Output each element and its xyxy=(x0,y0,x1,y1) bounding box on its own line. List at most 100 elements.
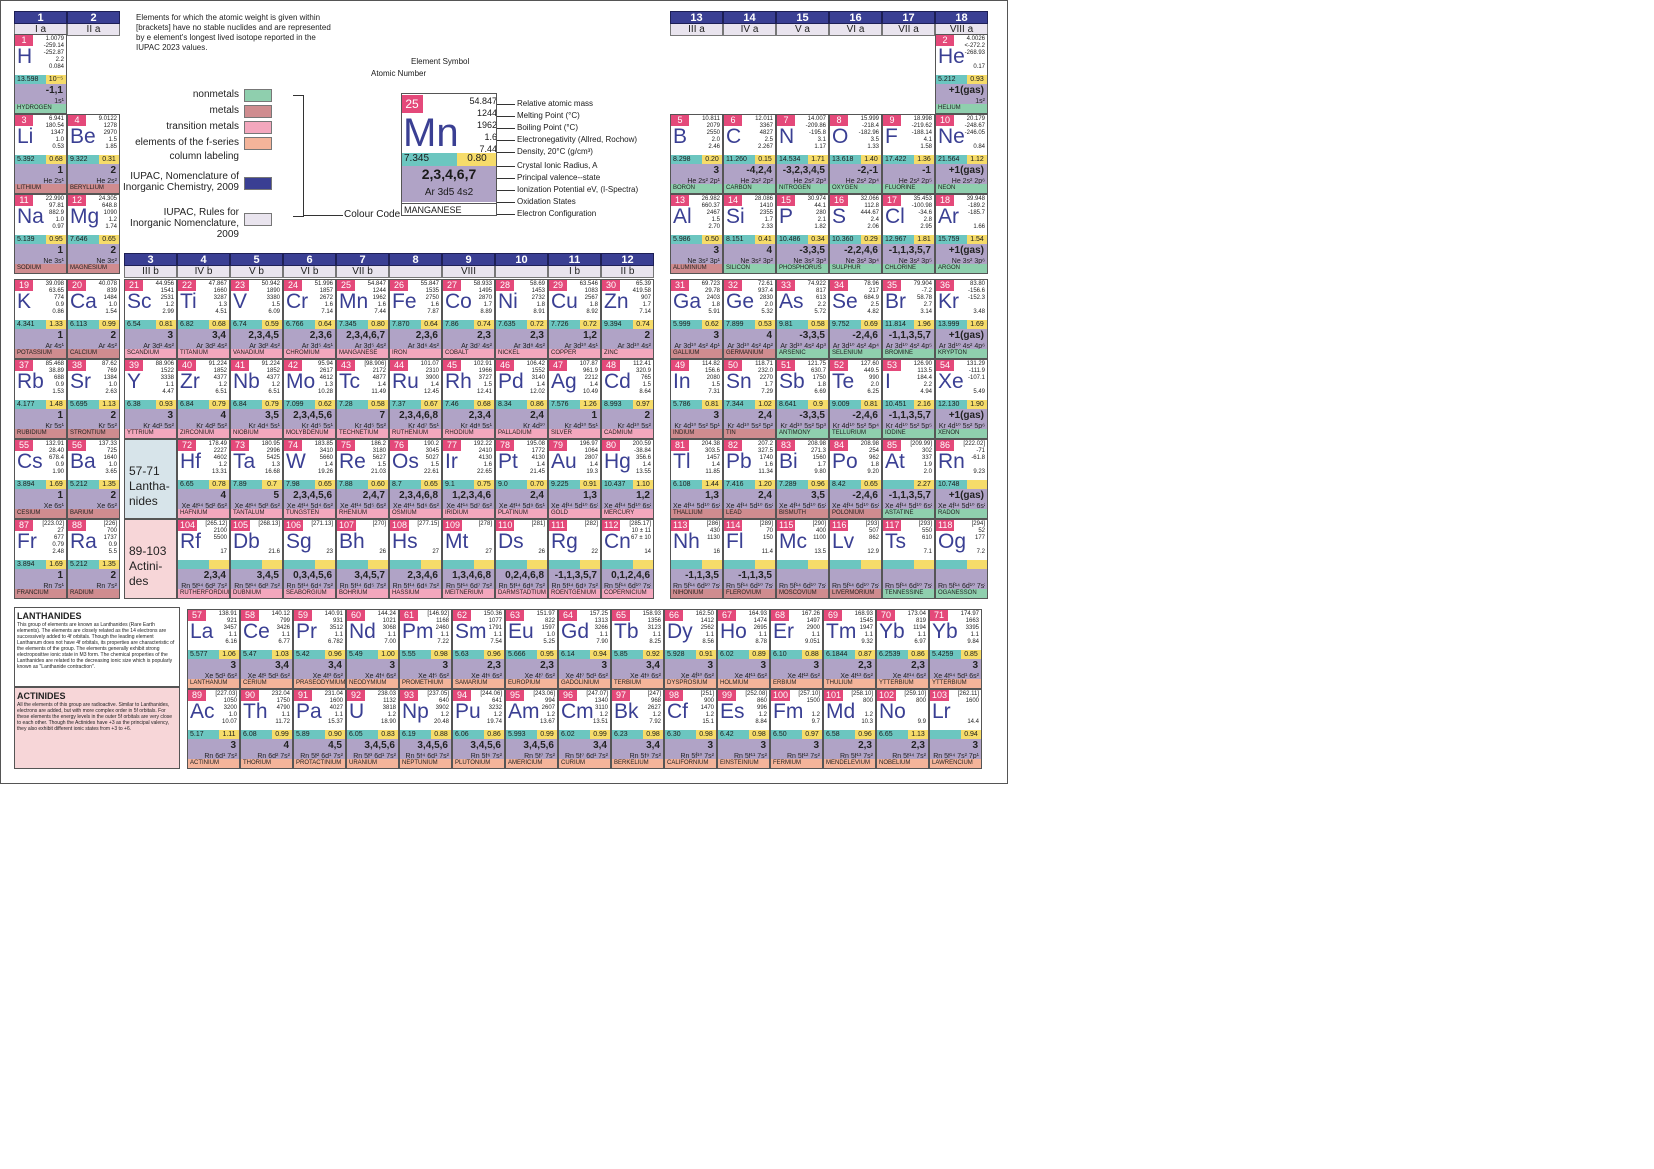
element-cell-se[interactable]: 34 Se 78.96 217 684.9 2.5 4.82 9.752 0.69 -2,4,6 A… xyxy=(829,279,882,359)
element-cell-co[interactable]: 27 Co 58.933 1495 2870 1.7 8.89 7.86 0.74 2,3 Ar 3… xyxy=(442,279,495,359)
element-cell-sg[interactable]: 106 Sg [271.13] 23 0,3,4,5,6 Rn 5f¹⁴ 6d⁴ 7s²… xyxy=(283,519,336,599)
element-cell-bk[interactable]: 97 Bk [247] 968 2627 1.2 7.92 6.23 0.98 3,4 Rn 5f⁹… xyxy=(611,689,664,769)
element-cell-pa[interactable]: 91 Pa 231.04 1600 4027 1.1 15.37 5.89 0.90 4,5 Rn … xyxy=(293,689,346,769)
element-cell-np[interactable]: 93 Np [237.05] 640 3902 1.2 20.48 6.19 0.88 3,4,5… xyxy=(399,689,452,769)
element-cell-sn[interactable]: 50 Sn 118.71 232.0 2270 1.7 7.29 7.344 1.02 2,4 Kr… xyxy=(723,359,776,439)
element-cell-xe[interactable]: 54 Xe 131.29 -111.9 -107.1 5.49 12.130 1.90 +1(… xyxy=(935,359,988,439)
element-cell-ac[interactable]: 89 Ac [227.03] 1050 3200 1.0 10.07 5.17 1.11 3 Rn … xyxy=(187,689,240,769)
element-cell-es[interactable]: 99 Es [252.08] 860 996 1.2 8.84 6.42 0.98 3 Rn 5f¹… xyxy=(717,689,770,769)
element-cell-ho[interactable]: 67 Ho 164.93 1474 2695 1.1 8.78 6.02 0.89 3 Xe 4f¹… xyxy=(717,609,770,689)
element-cell-f[interactable]: 9 F 18.998 -219.62 -188.14 4.1 1.58 17.422 1.36-… xyxy=(882,114,935,194)
element-cell-n[interactable]: 7 N 14.007 -209.86 -195.8 3.1 1.17 14.534 1.71 -3… xyxy=(776,114,829,194)
element-cell-sb[interactable]: 51 Sb 121.75 630.7 1750 1.8 6.69 8.641 0.9 -3,3,5… xyxy=(776,359,829,439)
element-cell-rg[interactable]: 111 Rg [282] 22 -1,1,3,5,7 Rn 5f¹⁴ 6d⁹ 7s² RO… xyxy=(548,519,601,599)
element-cell-as[interactable]: 33 As 74.922 817 613 2.2 5.72 9.81 0.58 -3,3,5 Ar … xyxy=(776,279,829,359)
element-cell-rb[interactable]: 37 Rb 85.468 38.89 688 0.9 1.53 4.177 1.48 1 Kr 5s… xyxy=(14,359,67,439)
element-cell-yb[interactable]: 70 Yb 173.04 819 1194 1.1 6.97 6.2539 0.86 2,3 Xe … xyxy=(876,609,929,689)
element-cell-he[interactable]: 2 He 4.0026 <-272.2 -268.93 0.17 5.212 0.93 +1(… xyxy=(935,34,988,114)
element-cell-tc[interactable]: 43 Tc [98.906] 2172 4877 1.4 11.49 7.28 0.58 7 Kr … xyxy=(336,359,389,439)
element-cell-ru[interactable]: 44 Ru 101.07 2310 3900 1.4 12.45 7.37 0.67 2,3,4,… xyxy=(389,359,442,439)
element-cell-ds[interactable]: 110 Ds [281] 26 0,2,4,6,8 Rn 5f¹⁴ 6d⁸ 7s² DAR… xyxy=(495,519,548,599)
element-cell-ge[interactable]: 32 Ge 72.61 937.4 2830 2.0 5.32 7.899 0.53 4 Ar 3d… xyxy=(723,279,776,359)
element-cell-fe[interactable]: 26 Fe 55.847 1535 2750 1.6 7.87 7.870 0.64 2,3,6 A… xyxy=(389,279,442,359)
element-cell-re[interactable]: 75 Re 186.2 3180 5627 1.5 21.03 7.88 0.60 2,4,7 Xe… xyxy=(336,439,389,519)
element-cell-nd[interactable]: 60 Nd 144.24 1021 3068 1.1 7.00 5.49 1.00 3 Xe 4f⁴… xyxy=(346,609,399,689)
element-cell-hg[interactable]: 80 Hg 200.59 -38.84 356.6 1.4 13.55 10.437 1.10 1… xyxy=(601,439,654,519)
element-cell-gd[interactable]: 64 Gd 157.25 1313 3266 1.1 7.90 6.14 0.94 3 Xe 4f⁷… xyxy=(558,609,611,689)
element-cell-cs[interactable]: 55 Cs 132.91 28.40 678.4 0.9 1.90 3.894 1.69 1 Xe … xyxy=(14,439,67,519)
element-cell-md[interactable]: 101 Md [258.10] 800 1.2 10.3 6.58 0.96 2,3 Rn 5f… xyxy=(823,689,876,769)
element-cell-in[interactable]: 49 In 114.82 156.6 2080 1.5 7.31 5.786 0.81 3 Kr 4… xyxy=(670,359,723,439)
element-cell-fr[interactable]: 87 Fr [223.02] 27 677 0.79 2.48 3.894 1.69 1 Rn 7s… xyxy=(14,519,67,599)
element-cell-sc[interactable]: 21 Sc 44.956 1541 2531 1.2 2.99 6.54 0.81 3 Ar 3d¹… xyxy=(124,279,177,359)
element-cell-dy[interactable]: 66 Dy 162.50 1412 2562 1.1 8.56 5.928 0.91 3 Xe 4f… xyxy=(664,609,717,689)
element-cell-pt[interactable]: 78 Pt 195.08 1772 4130 1.4 21.45 9.0 0.70 2,4 Xe 4… xyxy=(495,439,548,519)
element-cell-k[interactable]: 19 K 39.098 63.65 774 0.9 0.86 4.341 1.33 1 Ar 4s¹… xyxy=(14,279,67,359)
element-cell-c[interactable]: 6 C 12.011 3367 4827 2.5 2.267 11.260 0.15 -4,2,4… xyxy=(723,114,776,194)
element-cell-fl[interactable]: 114 Fl [289] 70 150 11.4 -1,1,3,5 Rn 5f¹⁴ 6d¹⁰… xyxy=(723,519,776,599)
element-cell-rn[interactable]: 86 Rn [222.02] -71 -61.8 9.23 10.748 +1(gas) Xe… xyxy=(935,439,988,519)
element-cell-at[interactable]: 85 At [209.99] 302 337 1.9 2.0 2.27 -1,1,3,5,7 Xe… xyxy=(882,439,935,519)
element-cell-cm[interactable]: 96 Cm [247.07] 1340 3110 1.2 13.51 6.02 0.99 3,4 R… xyxy=(558,689,611,769)
element-cell-o[interactable]: 8 O 15.999 -218.4 -182.96 3.5 1.33 13.618 1.40 -2… xyxy=(829,114,882,194)
element-cell-cd[interactable]: 48 Cd 112.41 320.9 765 1.5 8.64 8.993 0.97 2 Kr 4d… xyxy=(601,359,654,439)
element-cell-kr[interactable]: 36 Kr 83.80 -156.6 -152.3 3.48 13.999 1.69 +1(g… xyxy=(935,279,988,359)
element-cell-br[interactable]: 35 Br 79.904 -7.2 58.78 2.7 3.14 11.814 1.96 -1,1… xyxy=(882,279,935,359)
element-cell-ce[interactable]: 58 Ce 140.12 799 3426 1.1 6.77 5.47 1.03 3,4 Xe 4f… xyxy=(240,609,293,689)
element-cell-mc[interactable]: 115Mc[290]4001100 13.5Rn 5f¹⁴ 6d¹⁰ 7s² 7… xyxy=(776,519,829,599)
element-cell-lr[interactable]: 103 Lr [262.11] 1600 14.4 0.94 3 Rn 5f¹⁴ 7s² 7… xyxy=(929,689,982,769)
element-cell-u[interactable]: 92 U 238.03 1132 3818 1.2 18.90 6.05 0.83 3,4,5,6… xyxy=(346,689,399,769)
element-cell-si[interactable]: 14 Si 28.086 1410 2355 1.7 2.33 8.151 0.41 4 Ne 3s… xyxy=(723,194,776,274)
element-cell-cu[interactable]: 29 Cu 63.546 1083 2567 1.8 8.92 7.726 0.72 1,2 Ar … xyxy=(548,279,601,359)
element-cell-ar[interactable]: 18 Ar 39.948 -189.2 -185.7 1.66 15.759 1.54 +1(… xyxy=(935,194,988,274)
element-cell-ag[interactable]: 47 Ag 107.87 961.9 2212 1.4 10.49 7.576 1.26 1 Kr … xyxy=(548,359,601,439)
element-cell-zr[interactable]: 40 Zr 91.224 1852 4377 1.2 6.51 6.84 0.79 4 Kr 4d²… xyxy=(177,359,230,439)
element-cell-cn[interactable]: 112 Cn [285.17] 10 ± 11 67 ± 10 14 0,1,2,4,6 R… xyxy=(601,519,654,599)
element-cell-yb[interactable]: 71 Yb 174.97 1663 3395 1.1 9.84 5.4259 0.85 3 Xe 4… xyxy=(929,609,982,689)
element-cell-rf[interactable]: 104 Rf [265.12] 2100 5500 17 2,3,4 Rn 5f¹⁴ 6d²… xyxy=(177,519,230,599)
element-cell-lv[interactable]: 116Lv[293]507862 12.9Rn 5f¹⁴ 6d¹⁰ 7s² 7p… xyxy=(829,519,882,599)
element-cell-li[interactable]: 3 Li 6.941 180.54 1347 1.0 0.53 5.392 0.68 1 He 2s… xyxy=(14,114,67,194)
element-cell-po[interactable]: 84 Po 208.98 254 962 1.8 9.20 8.42 0.65 -2,4,6 Xe … xyxy=(829,439,882,519)
element-cell-og[interactable]: 118Og[294]52177 7.2Rn 5f¹⁴ 6d¹⁰ 7s² 7p⁶O… xyxy=(935,519,988,599)
element-cell-eu[interactable]: 63 Eu 151.97 822 1597 1.0 5.25 5.666 0.95 2,3 Xe 4… xyxy=(505,609,558,689)
element-cell-mg[interactable]: 12 Mg 24.305 648.8 1090 1.2 1.74 7.646 0.65 2 Ne 3… xyxy=(67,194,120,274)
element-cell-ts[interactable]: 117Ts[293]550610 7.1Rn 5f¹⁴ 6d¹⁰ 7s² 7p⁵… xyxy=(882,519,935,599)
element-cell-pb[interactable]: 82 Pb 207.2 327.5 1740 1.6 11.34 7.416 1.20 2,4 Xe… xyxy=(723,439,776,519)
element-cell-ba[interactable]: 56 Ba 137.33 725 1640 1.0 3.65 5.212 1.35 2 Xe 6s²… xyxy=(67,439,120,519)
element-cell-tb[interactable]: 65 Tb 158.93 1356 3123 1.1 8.25 5.85 0.92 3,4 Xe 4… xyxy=(611,609,664,689)
element-cell-cf[interactable]: 98 Cf [251] 900 1470 1.2 15.1 6.30 0.98 3 Rn 5f¹⁰ … xyxy=(664,689,717,769)
element-cell-v[interactable]: 23 V 50.942 1890 3380 1.5 6.09 6.74 0.59 2,3,4,5 A… xyxy=(230,279,283,359)
element-cell-pu[interactable]: 94 Pu [244.06] 641 3232 1.2 19.74 6.06 0.86 3,4,5… xyxy=(452,689,505,769)
element-cell-sr[interactable]: 38 Sr 87.62 769 1384 1.0 2.63 5.695 1.13 2 Kr 5s² S… xyxy=(67,359,120,439)
element-cell-hs[interactable]: 108 Hs [277.15] 27 2,3,4,6 Rn 5f¹⁴ 6d⁶ 7s² HA… xyxy=(389,519,442,599)
element-cell-bh[interactable]: 107 Bh [270] 26 3,4,5,7 Rn 5f¹⁴ 6d⁵ 7s² BOHRI… xyxy=(336,519,389,599)
element-cell-te[interactable]: 52 Te 127.60 449.5 990 2.0 6.25 9.009 0.81 -2,4,6… xyxy=(829,359,882,439)
element-cell-ni[interactable]: 28 Ni 58.69 1453 2732 1.8 8.91 7.635 0.72 2,3 Ar 3… xyxy=(495,279,548,359)
element-cell-na[interactable]: 11 Na 22.990 97.81 882.9 1.0 0.97 5.139 0.95 1 Ne … xyxy=(14,194,67,274)
element-cell-db[interactable]: 105 Db [268.13] 21.6 3,4,5 Rn 5f¹⁴ 6d³ 7s² DU… xyxy=(230,519,283,599)
element-cell-cl[interactable]: 17 Cl 35.453 -100.98 -34.6 2.8 2.95 12.967 1.81-… xyxy=(882,194,935,274)
element-cell-al[interactable]: 13 Al 26.982 660.37 2467 1.5 2.70 5.986 0.50 3 Ne … xyxy=(670,194,723,274)
element-cell-sm[interactable]: 62 Sm 150.36 1077 1791 1.1 7.54 5.63 0.96 2,3 Xe 4… xyxy=(452,609,505,689)
element-cell-be[interactable]: 4 Be 9.0122 1278 2970 1.5 1.85 9.322 0.31 2 He 2s²… xyxy=(67,114,120,194)
element-cell-p[interactable]: 15 P 30.974 44.1 280 2.1 1.82 10.486 0.34 -3,3,5 N… xyxy=(776,194,829,274)
element-cell-no[interactable]: 102 No [259.10] 800 9.9 6.65 1.13 2,3 Rn 5f¹⁴ 7… xyxy=(876,689,929,769)
element-cell-w[interactable]: 74 W 183.85 3410 5660 1.4 19.26 7.98 0.65 2,3,4,5… xyxy=(283,439,336,519)
element-cell-b[interactable]: 5 B 10.811 2079 2550 2.0 2.46 8.298 0.20 3 He 2s² … xyxy=(670,114,723,194)
element-cell-ra[interactable]: 88 Ra [226] 700 1737 0.9 5.5 5.212 1.35 2 Rn 7s² RA… xyxy=(67,519,120,599)
element-cell-bi[interactable]: 83 Bi 208.98 271.3 1560 1.7 9.80 7.289 0.96 3,5 Xe… xyxy=(776,439,829,519)
element-cell-pm[interactable]: 61 Pm [146.92] 1168 2460 1.1 7.22 5.55 0.98 3 Xe 4… xyxy=(399,609,452,689)
element-cell-au[interactable]: 79 Au 196.97 1064 2807 1.4 19.3 9.225 0.91 1,3 Xe … xyxy=(548,439,601,519)
element-cell-ta[interactable]: 73 Ta 180.95 2996 5425 1.3 16.68 7.89 0.7 5 Xe 4f¹… xyxy=(230,439,283,519)
element-cell-nh[interactable]: 113 Nh [286] 430 1130 16 -1,1,3,5 Rn 5f¹⁴ 6d¹⁰… xyxy=(670,519,723,599)
element-cell-pr[interactable]: 59 Pr 140.91 931 3512 1.1 6.782 5.42 0.96 3,4 Xe 4… xyxy=(293,609,346,689)
element-cell-pd[interactable]: 46 Pd 106.42 1552 3140 1.4 12.02 8.34 0.86 2,4 Kr … xyxy=(495,359,548,439)
element-cell-th[interactable]: 90 Th 232.04 1750 4790 1.1 11.72 6.08 0.99 4 Rn 6d… xyxy=(240,689,293,769)
element-cell-am[interactable]: 95 Am [243.06] 994 2607 1.2 13.67 5.993 0.99 3,4,… xyxy=(505,689,558,769)
element-cell-mt[interactable]: 109 Mt [278] 27 1,3,4,6,8 Rn 5f¹⁴ 6d⁷ 7s² MEI… xyxy=(442,519,495,599)
element-cell-ti[interactable]: 22 Ti 47.867 1660 3287 1.3 4.51 6.82 0.68 3,4 Ar 3… xyxy=(177,279,230,359)
element-cell-ir[interactable]: 77 Ir 192.22 2410 4130 1.6 22.65 9.1 0.75 1,2,3,4… xyxy=(442,439,495,519)
element-cell-os[interactable]: 76 Os 190.2 3045 5027 1.5 22.61 8.7 0.65 2,3,4,6,… xyxy=(389,439,442,519)
element-cell-h[interactable]: 1 H 1.0079 -259.14 -252.87 2.2 0.084 13.598 10⁻⁵… xyxy=(14,34,67,114)
